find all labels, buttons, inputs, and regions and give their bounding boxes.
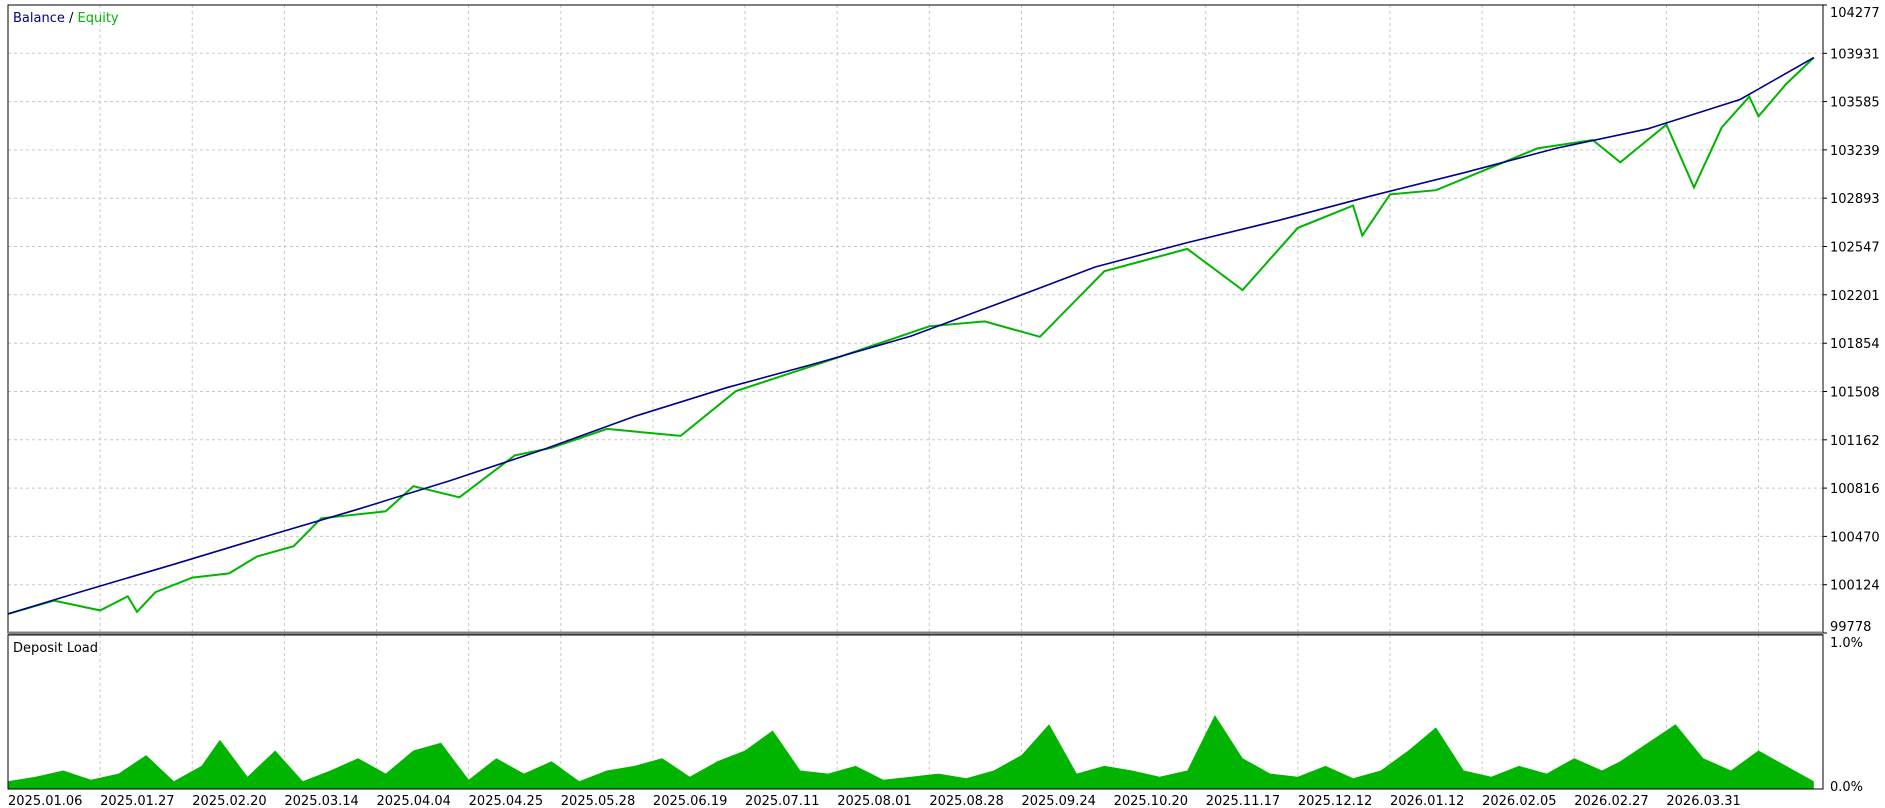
y-tick-label: 103239 [1830, 144, 1880, 159]
y-tick-label: 100124 [1830, 579, 1880, 594]
x-tick-label: 2025.01.06 [8, 794, 82, 808]
legend: Balance / Equity [13, 11, 119, 26]
y-tick-label: 100470 [1830, 530, 1880, 545]
y-tick-label: 103931 [1830, 47, 1880, 62]
x-tick-label: 2025.07.11 [745, 794, 819, 808]
x-tick-label: 2025.03.14 [284, 794, 358, 808]
y-tick-label: 102201 [1830, 289, 1880, 304]
legend-equity: Equity [78, 11, 119, 26]
tester-graph: 104277 103931 103585 103239 102893 102547 1022… [0, 0, 1885, 808]
x-tick-label: 2025.11.17 [1206, 794, 1280, 808]
background [0, 0, 1885, 808]
x-tick-label: 2025.04.25 [469, 794, 543, 808]
y-tick-label: 102893 [1830, 192, 1880, 207]
x-tick-label: 2025.08.28 [929, 794, 1003, 808]
x-tick-label: 2025.08.01 [837, 794, 911, 808]
y-tick-label: 101854 [1830, 337, 1880, 352]
y-tick-label: 99778 [1830, 620, 1871, 635]
x-tick-label: 2025.02.20 [192, 794, 266, 808]
y-tick-label: 100816 [1830, 482, 1880, 497]
x-tick-label: 2025.12.12 [1298, 794, 1372, 808]
x-tick-label: 2026.01.12 [1390, 794, 1464, 808]
x-tick-label: 2025.05.28 [561, 794, 635, 808]
x-tick-label: 2025.01.27 [100, 794, 174, 808]
x-tick-label: 2026.02.05 [1482, 794, 1556, 808]
x-tick-label: 2025.06.19 [653, 794, 727, 808]
y-tick-label: 104277 [1830, 6, 1880, 21]
x-tick-label: 2025.10.20 [1114, 794, 1188, 808]
x-tick-label: 2025.09.24 [1021, 794, 1095, 808]
sub-y-tick-label: 1.0% [1830, 636, 1863, 651]
x-tick-label: 2025.04.04 [377, 794, 451, 808]
sub-chart-title: Deposit Load [13, 641, 98, 656]
sub-y-tick-label: 0.0% [1830, 780, 1863, 795]
legend-separator: / [65, 11, 78, 26]
x-tick-label: 2026.03.31 [1666, 794, 1740, 808]
y-tick-label: 101508 [1830, 386, 1880, 401]
x-tick-label: 2026.02.27 [1574, 794, 1648, 808]
y-tick-label: 103585 [1830, 96, 1880, 111]
y-tick-label: 102547 [1830, 240, 1880, 255]
legend-balance: Balance [13, 11, 65, 26]
y-tick-label: 101162 [1830, 434, 1880, 449]
